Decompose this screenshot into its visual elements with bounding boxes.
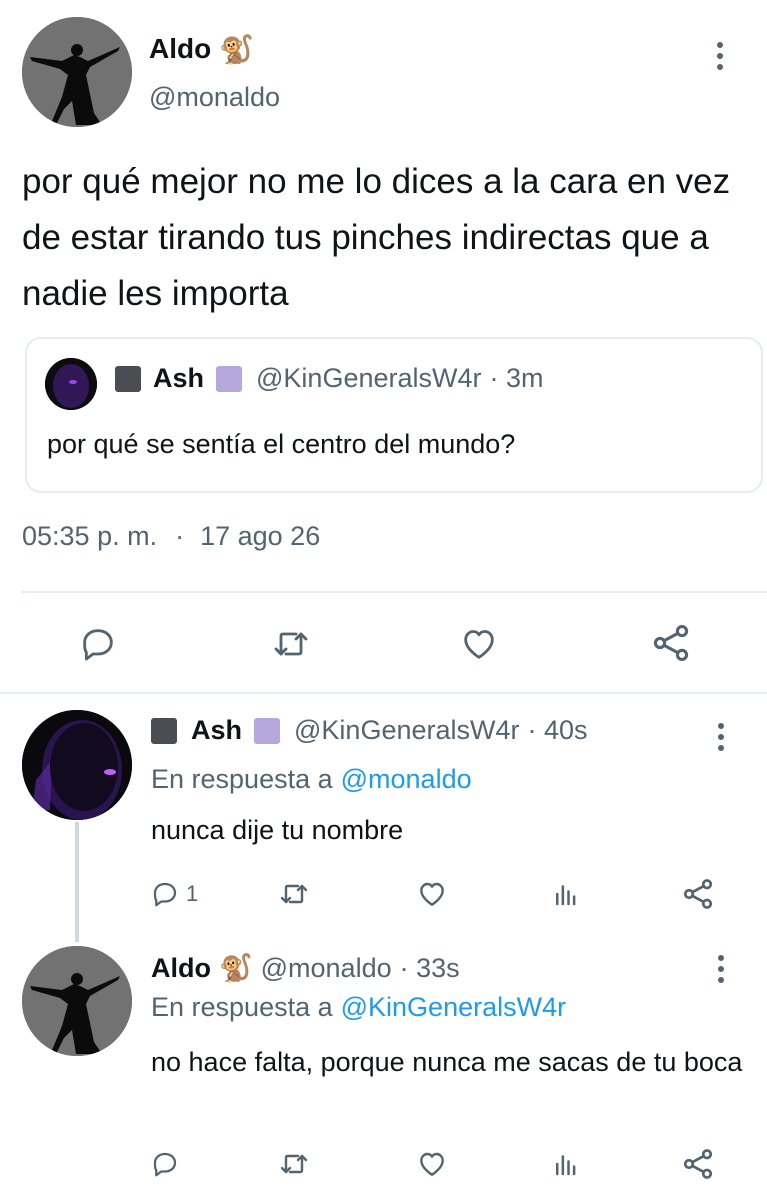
quoted-avatar [45,358,97,410]
reply-icon [153,882,177,907]
share-icon[interactable] [678,1144,718,1184]
in-reply-to-label: En respuesta a [151,992,333,1022]
retweet-icon[interactable] [266,622,316,666]
monkey-emoji-icon: 🐒 [219,953,253,983]
section-divider [0,692,767,694]
reply-text: no hace falta, porque nunca me sacas de … [151,1047,743,1077]
reply-avatar[interactable] [22,946,132,1056]
divider [22,591,767,593]
reply-author-handle[interactable]: @monaldo [261,953,392,984]
tweet-date: 17 ago 26 [200,521,321,551]
tweet-time: 05:35 p. m. [22,521,158,551]
share-icon[interactable] [678,874,718,914]
timestamp-separator: · [175,521,185,551]
reply-author-handle[interactable]: @KinGeneralsW4r [294,715,519,746]
purple-square-badge-icon [254,717,281,744]
share-icon[interactable] [648,620,694,666]
purple-square-badge-icon [216,365,243,392]
reply-avatar[interactable] [22,710,132,820]
like-icon[interactable] [412,876,452,912]
author-handle[interactable]: @monaldo [149,82,280,113]
reply-time: · 40s [527,715,588,745]
in-reply-to-label: En respuesta a [151,764,333,794]
author-name[interactable]: Aldo [149,33,211,65]
monkey-emoji-icon: 🐒 [219,33,255,65]
more-options-icon[interactable] [718,955,724,983]
like-icon[interactable] [412,1146,452,1182]
avatar-figure [22,17,132,127]
more-options-icon[interactable] [717,42,723,70]
tweet-text: por qué mejor no me lo dices a la cara e… [22,162,731,313]
quoted-time: · 3m [489,363,544,393]
analytics-icon[interactable] [548,1146,584,1182]
quoted-tweet[interactable]: Ash @KinGeneralsW4r · 3m por qué se sent… [25,337,763,493]
dark-square-badge-icon [151,717,177,744]
like-icon[interactable] [456,622,502,666]
reply-icon [153,1152,177,1177]
in-reply-to-link[interactable]: @KinGeneralsW4r [341,992,566,1023]
analytics-icon[interactable] [548,876,584,912]
reply-time: · 33s [399,952,460,983]
reply-author-name[interactable]: Ash [191,715,242,746]
reply-button[interactable] [150,1146,180,1182]
more-options-icon[interactable] [718,723,724,751]
quoted-author-name: Ash [153,363,205,393]
quoted-text: por qué se sentía el centro del mundo? [47,429,516,459]
reply-text: nunca dije tu nombre [151,815,404,845]
quoted-author-handle: @KinGeneralsW4r [256,363,482,393]
author-avatar[interactable] [22,17,132,127]
reply-count: 1 [186,881,199,906]
in-reply-to-link[interactable]: @monaldo [341,764,472,795]
reply-button[interactable]: 1 [150,876,198,912]
retweet-icon[interactable] [274,876,314,912]
retweet-icon[interactable] [274,1146,314,1182]
reply-icon[interactable] [76,622,120,666]
thread-line [75,822,79,942]
dark-square-badge-icon [115,365,141,392]
reply-author-name[interactable]: Aldo [151,953,211,984]
